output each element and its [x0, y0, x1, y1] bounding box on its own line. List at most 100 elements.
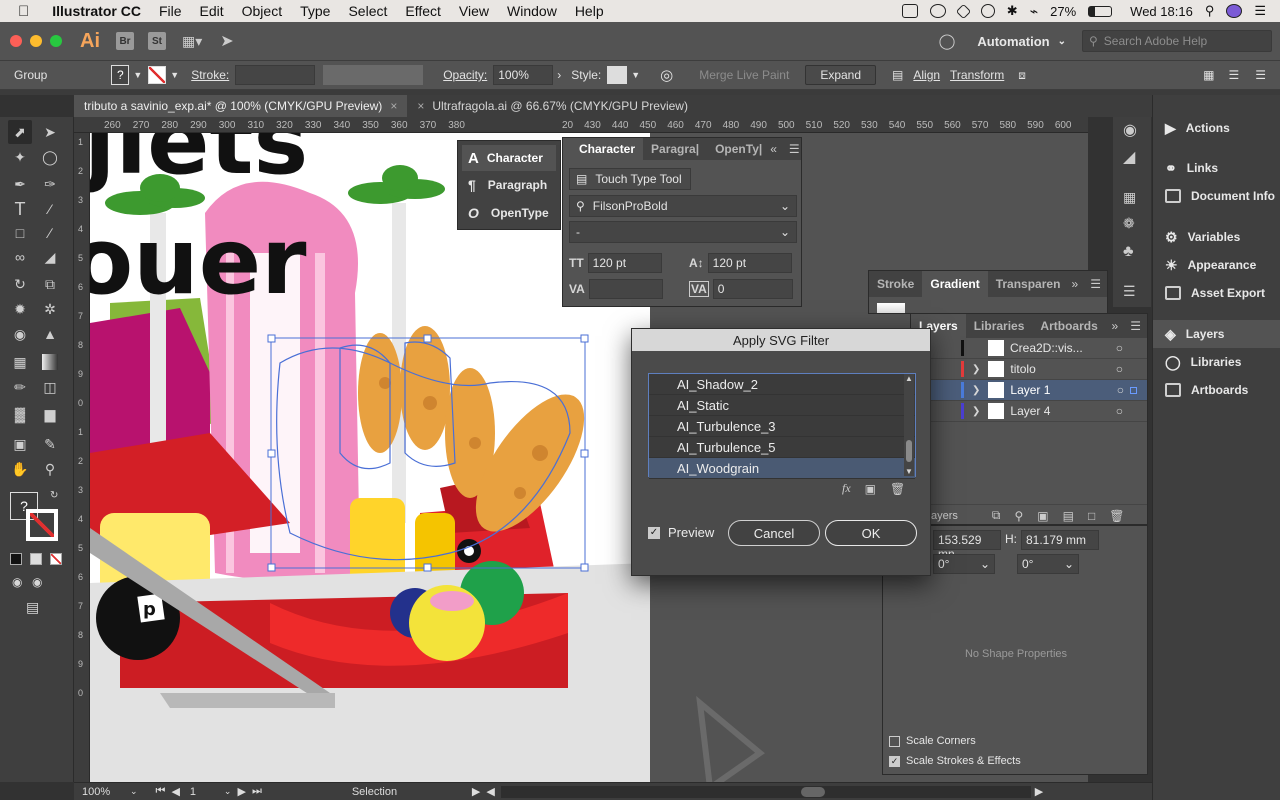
bluetooth-icon[interactable]: ✱: [1007, 3, 1018, 19]
eraser-tool-icon[interactable]: ◢: [38, 245, 62, 269]
graph-tool-icon[interactable]: ▆: [38, 402, 62, 426]
scroll-down-icon[interactable]: ▼: [904, 467, 914, 476]
bridge-button[interactable]: Br: [116, 32, 134, 50]
tracking-control[interactable]: VA 0: [689, 279, 793, 299]
opacity-field[interactable]: 100%: [493, 65, 554, 85]
target-icon[interactable]: ○: [1116, 341, 1123, 355]
lasso-tool-icon[interactable]: ◯: [38, 145, 62, 169]
menu-edit[interactable]: Edit: [191, 3, 233, 19]
font-size-control[interactable]: TT 120 pt: [569, 253, 662, 273]
gradient-preview[interactable]: [877, 303, 905, 313]
locate-object-icon[interactable]: ⚲: [1014, 509, 1023, 523]
tab-paragraph[interactable]: Paragra|: [643, 138, 707, 160]
vertical-ruler[interactable]: 1 2 3 4 5 6 7 8 9 0 1 2 3 4 5 6 7 8 9 0: [74, 133, 90, 782]
dock-artboards[interactable]: Artboards: [1153, 376, 1280, 404]
type-tool-icon[interactable]: T: [8, 197, 32, 221]
document-tab-ultrafragola[interactable]: × Ultrafragola.ai @ 66.67% (CMYK/GPU Pre…: [407, 95, 698, 117]
isolate-group-icon[interactable]: ⧈: [1018, 68, 1026, 83]
magic-wand-icon[interactable]: ✦: [8, 145, 32, 169]
control-menu-icon[interactable]: ☰: [1255, 68, 1266, 82]
stroke-label[interactable]: Stroke:: [191, 68, 229, 82]
leading-field[interactable]: 120 pt: [707, 253, 792, 273]
paintbrush-tool-icon[interactable]: ∕: [38, 221, 62, 245]
tab-gradient[interactable]: Gradient: [922, 271, 988, 297]
tab-artboards[interactable]: Artboards: [1032, 315, 1105, 337]
draw-behind-icon[interactable]: ◉: [32, 575, 42, 589]
arrange-icon[interactable]: ▦: [1203, 68, 1214, 82]
font-style-dropdown[interactable]: - ⌄: [569, 221, 797, 243]
selection-indicator[interactable]: [1130, 386, 1137, 394]
close-window-button[interactable]: [10, 35, 22, 47]
wifi-icon[interactable]: ⌁: [1030, 3, 1038, 20]
popup-item-paragraph[interactable]: ¶ Paragraph: [458, 171, 560, 199]
target-icon[interactable]: ○: [1116, 404, 1123, 418]
preview-checkbox[interactable]: ✓: [648, 526, 660, 539]
menu-select[interactable]: Select: [339, 3, 396, 19]
panel-menu-icon[interactable]: ☰: [789, 142, 800, 156]
clubs-icon[interactable]: ♣: [1123, 243, 1134, 261]
target-icon[interactable]: ○: [1116, 362, 1123, 376]
next-artboard-icon[interactable]: ▶: [237, 785, 245, 798]
shear-angle-field[interactable]: 0° ⌄: [1017, 554, 1079, 574]
opacity-arrow-icon[interactable]: ›: [557, 68, 561, 82]
distribute-icon[interactable]: ☰: [1228, 68, 1239, 82]
touch-type-tool-button[interactable]: ▤ Touch Type Tool: [569, 168, 691, 190]
layer-row[interactable]: ❯ Layer 4 ○: [911, 401, 1147, 422]
artboard-dropdown-icon[interactable]: ⌄: [224, 786, 232, 797]
expand-button[interactable]: Expand: [805, 65, 877, 85]
ok-button[interactable]: OK: [825, 520, 917, 546]
mesh-tool-icon[interactable]: ▦: [8, 350, 32, 374]
fill-dropdown-icon[interactable]: ▼: [133, 70, 142, 80]
tab-transparency[interactable]: Transparen: [988, 273, 1069, 295]
trash-icon[interactable]: 🗑: [890, 482, 905, 496]
variable-width-profile[interactable]: [323, 65, 424, 85]
scroll-thumb[interactable]: [800, 786, 825, 797]
prev-artboard-icon[interactable]: ◀: [171, 785, 179, 798]
recolor-artwork-icon[interactable]: ◎: [660, 66, 673, 84]
search-help-field[interactable]: ⚲ Search Adobe Help: [1082, 30, 1272, 52]
scale-tool-icon[interactable]: ⧉: [38, 272, 62, 296]
menu-help[interactable]: Help: [566, 3, 613, 19]
tab-opentype[interactable]: OpenTy|: [707, 138, 770, 160]
align-link[interactable]: Align: [913, 68, 940, 82]
workspace-switcher[interactable]: Automation ⌄: [977, 34, 1066, 49]
document-tab-tributo[interactable]: tributo a savinio_exp.ai* @ 100% (CMYK/G…: [74, 95, 408, 117]
list-scrollbar[interactable]: ▲ ▼: [904, 374, 914, 476]
draw-mode-icon[interactable]: ◉: [12, 575, 22, 589]
new-layer-icon[interactable]: □: [1088, 509, 1095, 523]
scale-strokes-option[interactable]: ✓ Scale Strokes & Effects: [889, 755, 1021, 767]
stroke-dropdown-icon[interactable]: ▼: [170, 70, 179, 80]
color-mode-none[interactable]: [50, 553, 62, 565]
expand-arrow-icon[interactable]: ❯: [972, 364, 980, 375]
cancel-button[interactable]: Cancel: [728, 520, 820, 546]
edit-filter-fx-icon[interactable]: fx: [842, 481, 851, 496]
kerning-control[interactable]: VA: [569, 279, 663, 299]
dock-document-info[interactable]: Document Info: [1153, 182, 1280, 210]
layer-row[interactable]: ❯ titolo ○: [911, 359, 1147, 380]
stock-button[interactable]: St: [148, 32, 166, 50]
eyedropper-icon[interactable]: ✏: [8, 375, 32, 399]
rotate-angle-field[interactable]: 0° ⌄: [933, 554, 995, 574]
slice-tool-icon[interactable]: ✎: [38, 432, 62, 456]
apple-icon[interactable]: : [0, 3, 38, 20]
new-filter-icon[interactable]: ▣: [865, 482, 876, 496]
trash-icon[interactable]: 🗑: [1109, 509, 1124, 523]
dock-variables[interactable]: ⚙ Variables: [1153, 223, 1280, 251]
horizontal-scrollbar[interactable]: [500, 785, 1031, 798]
gradient-tool-icon[interactable]: [42, 354, 58, 370]
rectangle-tool-icon[interactable]: □: [8, 221, 32, 245]
blend-tool-icon[interactable]: ◫: [38, 375, 62, 399]
warp-tool-icon[interactable]: ✹: [8, 297, 32, 321]
zoom-dropdown-icon[interactable]: ⌄: [130, 786, 138, 797]
merge-live-paint-button[interactable]: Merge Live Paint: [699, 68, 789, 82]
dock-layers[interactable]: ◈ Layers: [1153, 320, 1280, 348]
collapse-icon[interactable]: »: [1112, 319, 1119, 333]
symbol-sprayer-icon[interactable]: ▓: [8, 402, 32, 426]
zoom-window-button[interactable]: [50, 35, 62, 47]
minimize-window-button[interactable]: [30, 35, 42, 47]
battery-percent[interactable]: 27%: [1050, 4, 1076, 19]
collapse-icon[interactable]: «: [770, 142, 777, 156]
tab-stroke[interactable]: Stroke: [869, 273, 922, 295]
menu-type[interactable]: Type: [291, 3, 339, 19]
transform-link[interactable]: Transform: [950, 68, 1004, 82]
